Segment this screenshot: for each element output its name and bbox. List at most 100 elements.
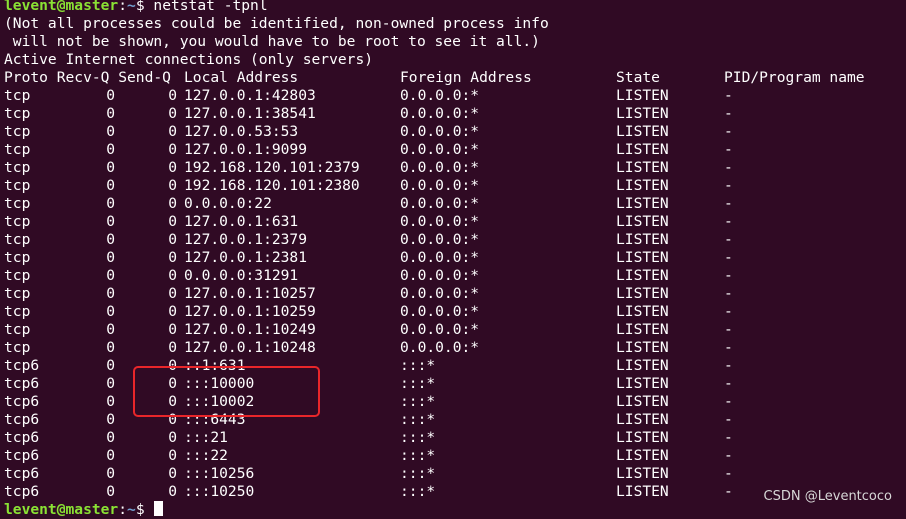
cell-recv-q: 0: [106, 339, 115, 356]
cell-foreign-address: 0.0.0.0:*: [400, 213, 480, 230]
table-row: tcp 0 0 127.0.0.1:10257 0.0.0.0:* LISTEN -: [4, 285, 906, 303]
cell-recv-q: 0: [106, 195, 115, 212]
cell-recv-q: 0: [106, 411, 115, 428]
text-cursor: [154, 501, 164, 516]
cell-recv-q: 0: [106, 303, 115, 320]
cell-foreign-address: 0.0.0.0:*: [400, 339, 480, 356]
cell-send-q: 0: [168, 195, 177, 212]
message-line: (Not all processes could be identified, …: [4, 15, 549, 32]
header-foreign-address: Foreign Address: [400, 69, 532, 86]
cell-recv-q: 0: [106, 321, 115, 338]
cell-proto: tcp: [4, 87, 31, 104]
cell-pid-program: -: [724, 267, 733, 284]
cell-local-address: 127.0.0.1:631: [184, 213, 299, 230]
cell-send-q: 0: [168, 213, 177, 230]
cell-recv-q: 0: [106, 429, 115, 446]
cell-foreign-address: 0.0.0.0:*: [400, 231, 480, 248]
cell-pid-program: -: [724, 447, 733, 464]
cell-proto: tcp6: [4, 483, 40, 500]
cell-recv-q: 0: [106, 231, 115, 248]
table-row: tcp 0 0 127.0.0.1:10259 0.0.0.0:* LISTEN -: [4, 303, 906, 321]
cell-pid-program: -: [724, 141, 733, 158]
cell-proto: tcp: [4, 231, 31, 248]
cell-state: LISTEN: [616, 87, 669, 104]
cell-foreign-address: 0.0.0.0:*: [400, 249, 480, 266]
cell-recv-q: 0: [106, 87, 115, 104]
cell-state: LISTEN: [616, 249, 669, 266]
cell-foreign-address: 0.0.0.0:*: [400, 177, 480, 194]
cell-pid-program: -: [724, 285, 733, 302]
highlight-box: [133, 366, 320, 417]
cell-state: LISTEN: [616, 321, 669, 338]
cell-state: LISTEN: [616, 411, 669, 428]
cell-state: LISTEN: [616, 267, 669, 284]
cell-local-address: 192.168.120.101:2380: [184, 177, 360, 194]
cell-proto: tcp: [4, 303, 31, 320]
cell-recv-q: 0: [106, 177, 115, 194]
table-row: tcp 0 0 127.0.0.1:2381 0.0.0.0:* LISTEN -: [4, 249, 906, 267]
table-row: tcp 0 0 127.0.0.1:9099 0.0.0.0:* LISTEN -: [4, 141, 906, 159]
cell-pid-program: -: [724, 195, 733, 212]
cell-send-q: 0: [168, 483, 177, 500]
cell-local-address: 127.0.0.1:2381: [184, 249, 308, 266]
cell-send-q: 0: [168, 87, 177, 104]
cell-send-q: 0: [168, 105, 177, 122]
cell-state: LISTEN: [616, 303, 669, 320]
cell-local-address: 0.0.0.0:31291: [184, 267, 299, 284]
cell-foreign-address: :::*: [400, 483, 436, 500]
cell-state: LISTEN: [616, 393, 669, 410]
cell-state: LISTEN: [616, 231, 669, 248]
header-proto-queues: Proto Recv-Q Send-Q: [4, 69, 171, 86]
cell-pid-program: -: [724, 411, 733, 428]
cell-state: LISTEN: [616, 285, 669, 302]
cell-local-address: 127.0.0.1:10259: [184, 303, 316, 320]
cell-send-q: 0: [168, 141, 177, 158]
cell-send-q: 0: [168, 429, 177, 446]
cell-foreign-address: 0.0.0.0:*: [400, 141, 480, 158]
cell-foreign-address: 0.0.0.0:*: [400, 321, 480, 338]
prompt-sep: :: [118, 0, 128, 14]
cell-send-q: 0: [168, 159, 177, 176]
cell-pid-program: -: [724, 123, 733, 140]
table-row: tcp6 0 0:::10256:::* LISTEN -: [4, 465, 906, 483]
cell-send-q: 0: [168, 285, 177, 302]
header-pid-program: PID/Program name: [724, 69, 865, 86]
cell-pid-program: -: [724, 483, 733, 500]
cell-state: LISTEN: [616, 141, 669, 158]
cell-proto: tcp6: [4, 375, 40, 392]
cell-local-address: 192.168.120.101:2379: [184, 159, 360, 176]
cell-recv-q: 0: [106, 465, 115, 482]
cell-local-address: 0.0.0.0:22: [184, 195, 272, 212]
cell-proto: tcp6: [4, 411, 40, 428]
cell-pid-program: -: [724, 249, 733, 266]
cell-pid-program: -: [724, 159, 733, 176]
cell-proto: tcp: [4, 177, 31, 194]
cell-foreign-address: 0.0.0.0:*: [400, 159, 480, 176]
cell-foreign-address: 0.0.0.0:*: [400, 87, 480, 104]
cell-recv-q: 0: [106, 213, 115, 230]
cell-local-address: 127.0.0.1:9099: [184, 141, 308, 158]
cell-proto: tcp: [4, 123, 31, 140]
table-row: tcp 0 0 0.0.0.0:22 0.0.0.0:* LISTEN -: [4, 195, 906, 213]
cell-recv-q: 0: [106, 105, 115, 122]
cell-proto: tcp: [4, 285, 31, 302]
table-row: tcp 0 0 127.0.0.53:53 0.0.0.0:* LISTEN -: [4, 123, 906, 141]
cell-pid-program: -: [724, 213, 733, 230]
cell-foreign-address: 0.0.0.0:*: [400, 195, 480, 212]
cell-send-q: 0: [168, 177, 177, 194]
cell-state: LISTEN: [616, 195, 669, 212]
prompt-sep: :: [118, 501, 128, 518]
cell-foreign-address: 0.0.0.0:*: [400, 105, 480, 122]
cell-foreign-address: 0.0.0.0:*: [400, 267, 480, 284]
table-row: tcp 0 0 127.0.0.1:631 0.0.0.0:* LISTEN -: [4, 213, 906, 231]
prompt-path: ~: [127, 501, 136, 518]
cell-send-q: 0: [168, 123, 177, 140]
message-line: Active Internet connections (only server…: [4, 51, 374, 68]
table-row: tcp 0 0 0.0.0.0:31291 0.0.0.0:* LISTEN -: [4, 267, 906, 285]
cell-local-address: :::21: [184, 429, 228, 446]
cell-state: LISTEN: [616, 429, 669, 446]
terminal-output[interactable]: levent@master:~$ netstat -tpnl (Not all …: [4, 0, 906, 519]
message-line: will not be shown, you would have to be …: [4, 33, 540, 50]
prompt-symbol: $: [135, 0, 154, 14]
cell-pid-program: -: [724, 429, 733, 446]
